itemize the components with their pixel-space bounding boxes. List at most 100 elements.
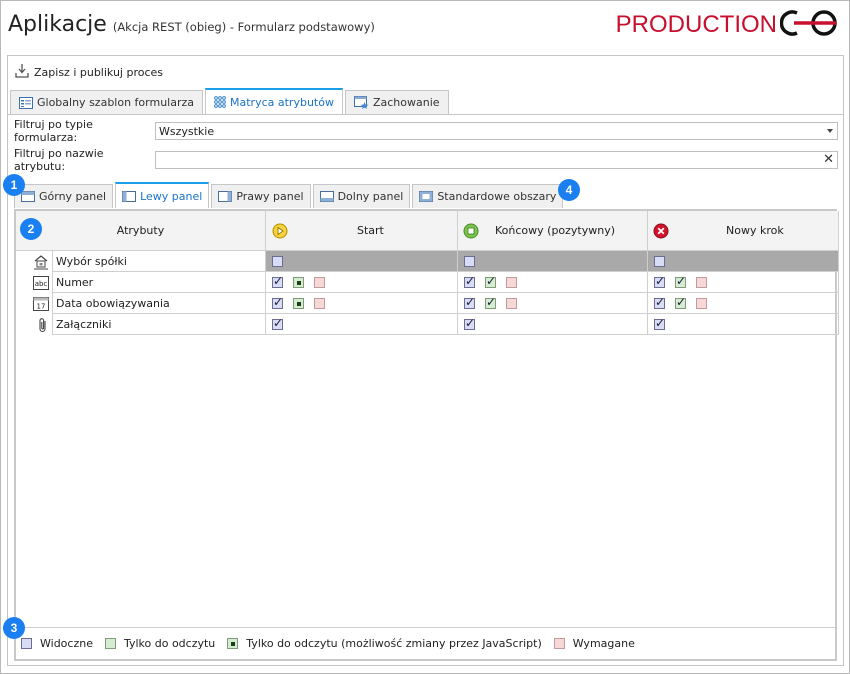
required-checkbox[interactable] <box>314 276 325 288</box>
tab-label: Górny panel <box>39 190 107 203</box>
positive-end-icon <box>463 223 479 239</box>
legend-readonly: Tylko do odczytu <box>104 637 215 650</box>
cell-new-step: ✓ ✓ <box>648 272 839 293</box>
column-label: Nowy krok <box>726 224 784 237</box>
attachment-icon <box>16 314 52 335</box>
brand: PRODUCTION <box>616 8 842 41</box>
readonly-checkbox[interactable]: ✓ <box>485 275 496 288</box>
legend-js-readonly: Tylko do odczytu (możliwość zmiany przez… <box>227 637 542 650</box>
title-row: Aplikacje (Akcja REST (obieg) - Formular… <box>8 12 375 37</box>
text-field-icon: abc <box>16 272 52 293</box>
standard-areas-icon <box>419 191 434 202</box>
visible-checkbox[interactable] <box>654 255 665 267</box>
visible-checkbox[interactable]: ✓ <box>272 296 283 309</box>
required-checkbox[interactable] <box>314 297 325 309</box>
save-publish-button[interactable]: Zapisz i publikuj proces <box>14 62 163 82</box>
attr-name-input[interactable]: ✕ <box>155 151 838 169</box>
tab-label: Prawy panel <box>236 190 304 203</box>
cell-start: ✓ <box>266 272 458 293</box>
company-choice-icon <box>16 251 52 272</box>
js-readonly-checkbox[interactable] <box>293 297 304 309</box>
required-checkbox[interactable] <box>696 276 707 288</box>
legend-label: Tylko do odczytu (możliwość zmiany przez… <box>246 637 542 650</box>
column-label: Końcowy (pozytywny) <box>495 224 616 237</box>
legend-required: Wymagane <box>553 637 635 650</box>
page-title: Aplikacje <box>8 12 107 37</box>
visible-checkbox[interactable] <box>272 255 283 267</box>
legend-readonly-swatch <box>104 638 116 649</box>
cell-positive-end: ✓ <box>458 314 648 335</box>
tab-global-form-template[interactable]: Globalny szablon formularza <box>10 90 204 114</box>
table-row: Załączniki ✓ ✓ ✓ <box>16 314 839 335</box>
right-panel-icon <box>218 191 233 202</box>
readonly-checkbox[interactable]: ✓ <box>675 296 686 309</box>
readonly-checkbox[interactable]: ✓ <box>485 296 496 309</box>
filter-attr-name-row: Filtruj po nazwie atrybutu: ✕ <box>14 147 838 173</box>
legend-label: Widoczne <box>40 637 93 650</box>
annotation-badge: 1 <box>3 174 25 196</box>
left-panel-icon <box>122 190 137 202</box>
tab-behavior[interactable]: Zachowanie <box>344 90 449 114</box>
filter-form-type-row: Filtruj po typie formularza: Wszystkie <box>14 118 838 144</box>
filter-form-type-label: Filtruj po typie formularza: <box>14 118 93 144</box>
visible-checkbox[interactable] <box>464 255 475 267</box>
required-checkbox[interactable] <box>506 276 517 288</box>
legend-visible: Widoczne <box>21 637 93 650</box>
required-checkbox[interactable] <box>506 297 517 309</box>
attributes-header: Atrybuty <box>16 211 266 251</box>
visible-checkbox[interactable]: ✓ <box>464 275 475 288</box>
chevron-down-icon <box>827 129 833 133</box>
row-label: Wybór spółki <box>52 251 266 272</box>
tab-label: Dolny panel <box>337 190 404 203</box>
form-template-icon <box>19 96 33 109</box>
row-label: Załączniki <box>52 314 266 335</box>
clear-icon[interactable]: ✕ <box>823 153 834 167</box>
legend-visible-swatch <box>21 638 32 649</box>
panel-tabs: Górny panel Lewy panel Prawy panel Dolny… <box>14 182 565 209</box>
attributes-header-label: Atrybuty <box>116 224 165 237</box>
tab-left-panel[interactable]: Lewy panel <box>115 182 210 208</box>
annotation-badge: 4 <box>558 179 580 201</box>
js-readonly-checkbox[interactable] <box>293 276 304 288</box>
visible-checkbox[interactable]: ✓ <box>464 317 475 330</box>
tab-right-panel[interactable]: Prawy panel <box>211 184 311 208</box>
column-header-start: Start <box>266 211 458 251</box>
tab-label: Lewy panel <box>140 189 203 203</box>
form-type-select[interactable]: Wszystkie <box>155 122 838 140</box>
visible-checkbox[interactable]: ✓ <box>272 317 283 330</box>
environment-label: PRODUCTION <box>615 10 777 38</box>
tab-label: Zachowanie <box>372 96 440 109</box>
matrix-icon <box>214 96 226 108</box>
visible-checkbox[interactable]: ✓ <box>654 317 665 330</box>
bottom-panel-icon <box>319 191 334 202</box>
required-checkbox[interactable] <box>696 297 707 309</box>
tab-label: Matryca atrybutów <box>230 95 334 109</box>
readonly-checkbox[interactable]: ✓ <box>675 275 686 288</box>
cell-positive-end: ✓ ✓ <box>458 272 648 293</box>
tab-bottom-panel[interactable]: Dolny panel <box>312 184 411 208</box>
tab-standard-areas[interactable]: Standardowe obszary <box>412 184 564 208</box>
svg-text:abc: abc <box>35 280 48 288</box>
download-icon <box>14 63 30 82</box>
form-type-value: Wszystkie <box>159 124 215 138</box>
visible-checkbox[interactable]: ✓ <box>654 275 665 288</box>
cell-start <box>266 251 458 272</box>
tab-attribute-matrix[interactable]: Matryca atrybutów <box>205 88 343 114</box>
visible-checkbox[interactable]: ✓ <box>464 296 475 309</box>
start-step-icon <box>272 223 288 239</box>
date-icon: 17 <box>16 293 52 314</box>
visible-checkbox[interactable]: ✓ <box>654 296 665 309</box>
column-label: Start <box>357 224 384 237</box>
cell-new-step: ✓ <box>648 314 839 335</box>
behavior-icon <box>353 96 369 109</box>
legend-required-swatch <box>553 638 565 649</box>
table-row: Wybór spółki <box>16 251 839 272</box>
cell-positive-end: ✓ ✓ <box>458 293 648 314</box>
cell-start: ✓ <box>266 314 458 335</box>
tab-top-panel[interactable]: Górny panel <box>14 184 114 208</box>
attribute-matrix-area: Atrybuty Start Końcowy (pozytywny) Nowy … <box>14 209 839 661</box>
column-header-positive-end: Końcowy (pozytywny) <box>458 211 648 251</box>
visible-checkbox[interactable]: ✓ <box>272 275 283 288</box>
row-label: Numer <box>52 272 266 293</box>
rejected-step-icon <box>653 223 669 239</box>
